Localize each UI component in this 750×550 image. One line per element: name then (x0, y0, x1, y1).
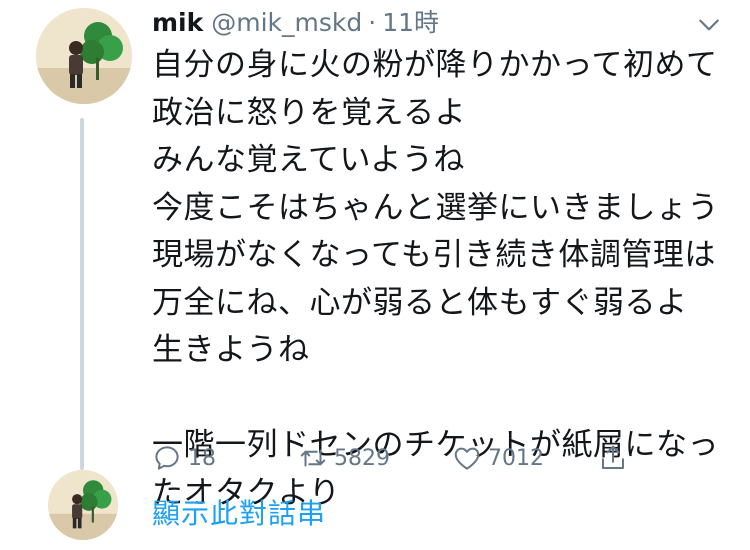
timestamp[interactable]: 11時 (382, 6, 439, 40)
separator: · (368, 8, 377, 37)
retweet-count: 5829 (334, 445, 390, 471)
heart-icon (454, 447, 480, 470)
share-button[interactable] (598, 438, 634, 478)
like-button[interactable]: 7012 (452, 438, 544, 478)
share-icon (602, 445, 624, 469)
show-thread-link[interactable]: 顯示此對話串 (152, 496, 326, 532)
reply-count: 18 (188, 445, 216, 471)
like-count: 7012 (488, 445, 544, 471)
thread-line (80, 118, 84, 470)
tweet-actions: 18 5829 7012 (152, 438, 652, 478)
avatar-image (36, 8, 132, 104)
user-handle[interactable]: @mik_mskd (211, 6, 362, 40)
retweet-button[interactable]: 5829 (298, 438, 390, 478)
display-name[interactable]: mik (152, 6, 203, 40)
retweet-icon (300, 449, 326, 467)
chevron-down-icon[interactable] (696, 12, 722, 38)
reply-button[interactable]: 18 (152, 438, 216, 478)
avatar[interactable] (36, 8, 132, 104)
tweet-header: mik @mik_mskd · 11時 (152, 6, 439, 40)
thread-avatar[interactable] (48, 470, 118, 540)
avatar-image (48, 470, 118, 540)
reply-icon (155, 446, 179, 470)
